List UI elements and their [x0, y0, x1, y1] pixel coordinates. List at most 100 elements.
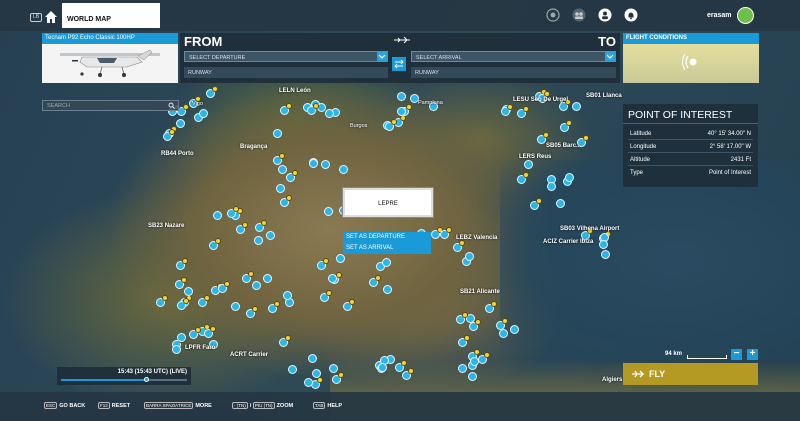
poi-value: 2431 Ft [730, 157, 751, 163]
map-pin[interactable] [199, 109, 209, 119]
map-pin-badge [523, 106, 530, 113]
map-pin[interactable] [564, 173, 574, 183]
plane-icon [632, 370, 644, 378]
map-label: Burgos [350, 123, 368, 129]
map-pin[interactable] [458, 363, 468, 373]
map-pin[interactable] [287, 365, 297, 375]
search-icon[interactable] [168, 102, 175, 109]
map-pin[interactable] [308, 158, 318, 168]
wind-icon [681, 53, 697, 71]
time-slider[interactable] [61, 377, 187, 382]
notifications-icon[interactable] [624, 8, 638, 22]
map-pin[interactable] [213, 211, 223, 220]
map-pin-badge [445, 226, 452, 233]
time-panel: 15:43 (15:43 UTC) (LIVE) [57, 367, 191, 385]
key-label: BARRA SPAZIATRICE [144, 402, 194, 409]
fly-label: FLY [649, 369, 666, 379]
swap-icon[interactable] [392, 57, 406, 71]
map-pin[interactable] [336, 254, 346, 263]
map-pin[interactable] [311, 369, 321, 379]
map-pin[interactable] [324, 108, 334, 118]
map-pin-badge [458, 240, 465, 247]
more-hint[interactable]: BARRA SPAZIATRICE MORE [144, 402, 212, 409]
hint-label: GO BACK [59, 403, 86, 409]
map-pin[interactable] [278, 164, 288, 174]
map-pin[interactable] [556, 198, 566, 208]
map-pin[interactable] [275, 183, 285, 193]
map-label: Pamplona [418, 100, 443, 106]
set-departure-button[interactable]: SET AS DEPARTURE [343, 232, 431, 243]
set-arrival-button[interactable]: SET AS ARRIVAL [343, 243, 431, 254]
map-pin[interactable] [509, 324, 519, 334]
map-pin[interactable] [273, 128, 283, 138]
map-pin[interactable] [339, 164, 349, 174]
top-bar: LB WORLD MAP erasam [0, 0, 800, 31]
map-pin[interactable] [230, 301, 240, 311]
poi-row-longitude: Longitude 2° 58' 17.00" W [628, 142, 753, 153]
reset-hint[interactable]: F12 RESET [98, 402, 130, 409]
map-pin[interactable] [251, 280, 261, 290]
map-pin[interactable] [571, 102, 581, 112]
hint-label: HELP [327, 403, 343, 409]
zoom-in-button[interactable]: + [747, 349, 758, 360]
tab-world-map[interactable]: WORLD MAP [62, 3, 160, 28]
arrival-runway[interactable]: RUNWAY [411, 67, 616, 78]
map-pin[interactable] [324, 207, 334, 217]
map-pin[interactable] [396, 91, 406, 101]
map-pin[interactable] [327, 273, 337, 283]
poi-key: Longitude [630, 144, 657, 150]
map-pin-badge [475, 319, 482, 326]
map-pin-badge [506, 104, 513, 111]
map-label: ACRT Carrier [230, 352, 269, 358]
map-pin-badge [161, 294, 168, 301]
help-hint[interactable]: TAB HELP [313, 402, 342, 409]
map-pin[interactable] [283, 290, 293, 300]
aircraft-card[interactable]: Tecnam P92 Echo Classic 100HP [42, 33, 178, 83]
map-pin[interactable] [176, 332, 186, 342]
map-pin[interactable] [523, 160, 533, 170]
map-pin[interactable] [265, 231, 275, 241]
flight-conditions-card[interactable]: FLIGHT CONDITIONS [623, 33, 759, 83]
search-input[interactable]: SEARCH [42, 100, 179, 111]
fly-button[interactable]: FLY [623, 363, 758, 385]
map-pin[interactable] [183, 286, 193, 296]
map-pin-badge [322, 258, 329, 265]
go-back-hint[interactable]: ESC GO BACK [44, 402, 85, 409]
map-pin[interactable] [498, 329, 508, 339]
map-pin[interactable] [382, 285, 392, 295]
map-label: ACIZ Carrier Ibiza [543, 239, 594, 245]
map-pin[interactable] [598, 240, 608, 250]
key-label: ESC [44, 402, 58, 409]
map-pin[interactable] [320, 159, 330, 169]
map-label: LEBZ Valencia [456, 235, 498, 241]
map-pin[interactable] [175, 118, 185, 128]
map-pin-badge [375, 274, 382, 281]
time-slider-handle[interactable] [143, 377, 149, 382]
username[interactable]: erasam [707, 12, 732, 19]
activity-icon[interactable] [546, 8, 560, 22]
map-pin[interactable] [253, 236, 263, 246]
map-pin-badge [405, 104, 412, 111]
map-label: SB23 Nazare [148, 223, 185, 229]
map-pin[interactable] [262, 273, 272, 283]
arrival-select[interactable]: SELECT ARRIVAL [411, 51, 616, 62]
friends-icon[interactable] [572, 8, 586, 22]
map-pin[interactable] [172, 344, 182, 354]
map-pin[interactable] [464, 251, 474, 261]
avatar[interactable] [737, 7, 754, 24]
arrival-placeholder: SELECT ARRIVAL [416, 55, 462, 61]
map-pin[interactable] [328, 364, 338, 374]
map-pin[interactable] [382, 258, 392, 268]
map-pin-badge [523, 171, 530, 178]
lb-key-hint: LB [30, 13, 42, 22]
profile-icon[interactable] [598, 8, 612, 22]
hint-label: ZOOM [276, 403, 294, 409]
home-icon[interactable] [42, 8, 60, 26]
map-pin-badge [183, 297, 190, 304]
departure-runway[interactable]: RUNWAY [184, 67, 388, 78]
zoom-out-button[interactable]: − [731, 349, 742, 360]
time-slider-fill [61, 379, 147, 381]
map-pin[interactable] [308, 354, 318, 364]
zoom-hint[interactable]: - (TN) / PIU (TN) ZOOM [232, 402, 293, 409]
departure-select[interactable]: SELECT DEPARTURE [184, 51, 388, 62]
